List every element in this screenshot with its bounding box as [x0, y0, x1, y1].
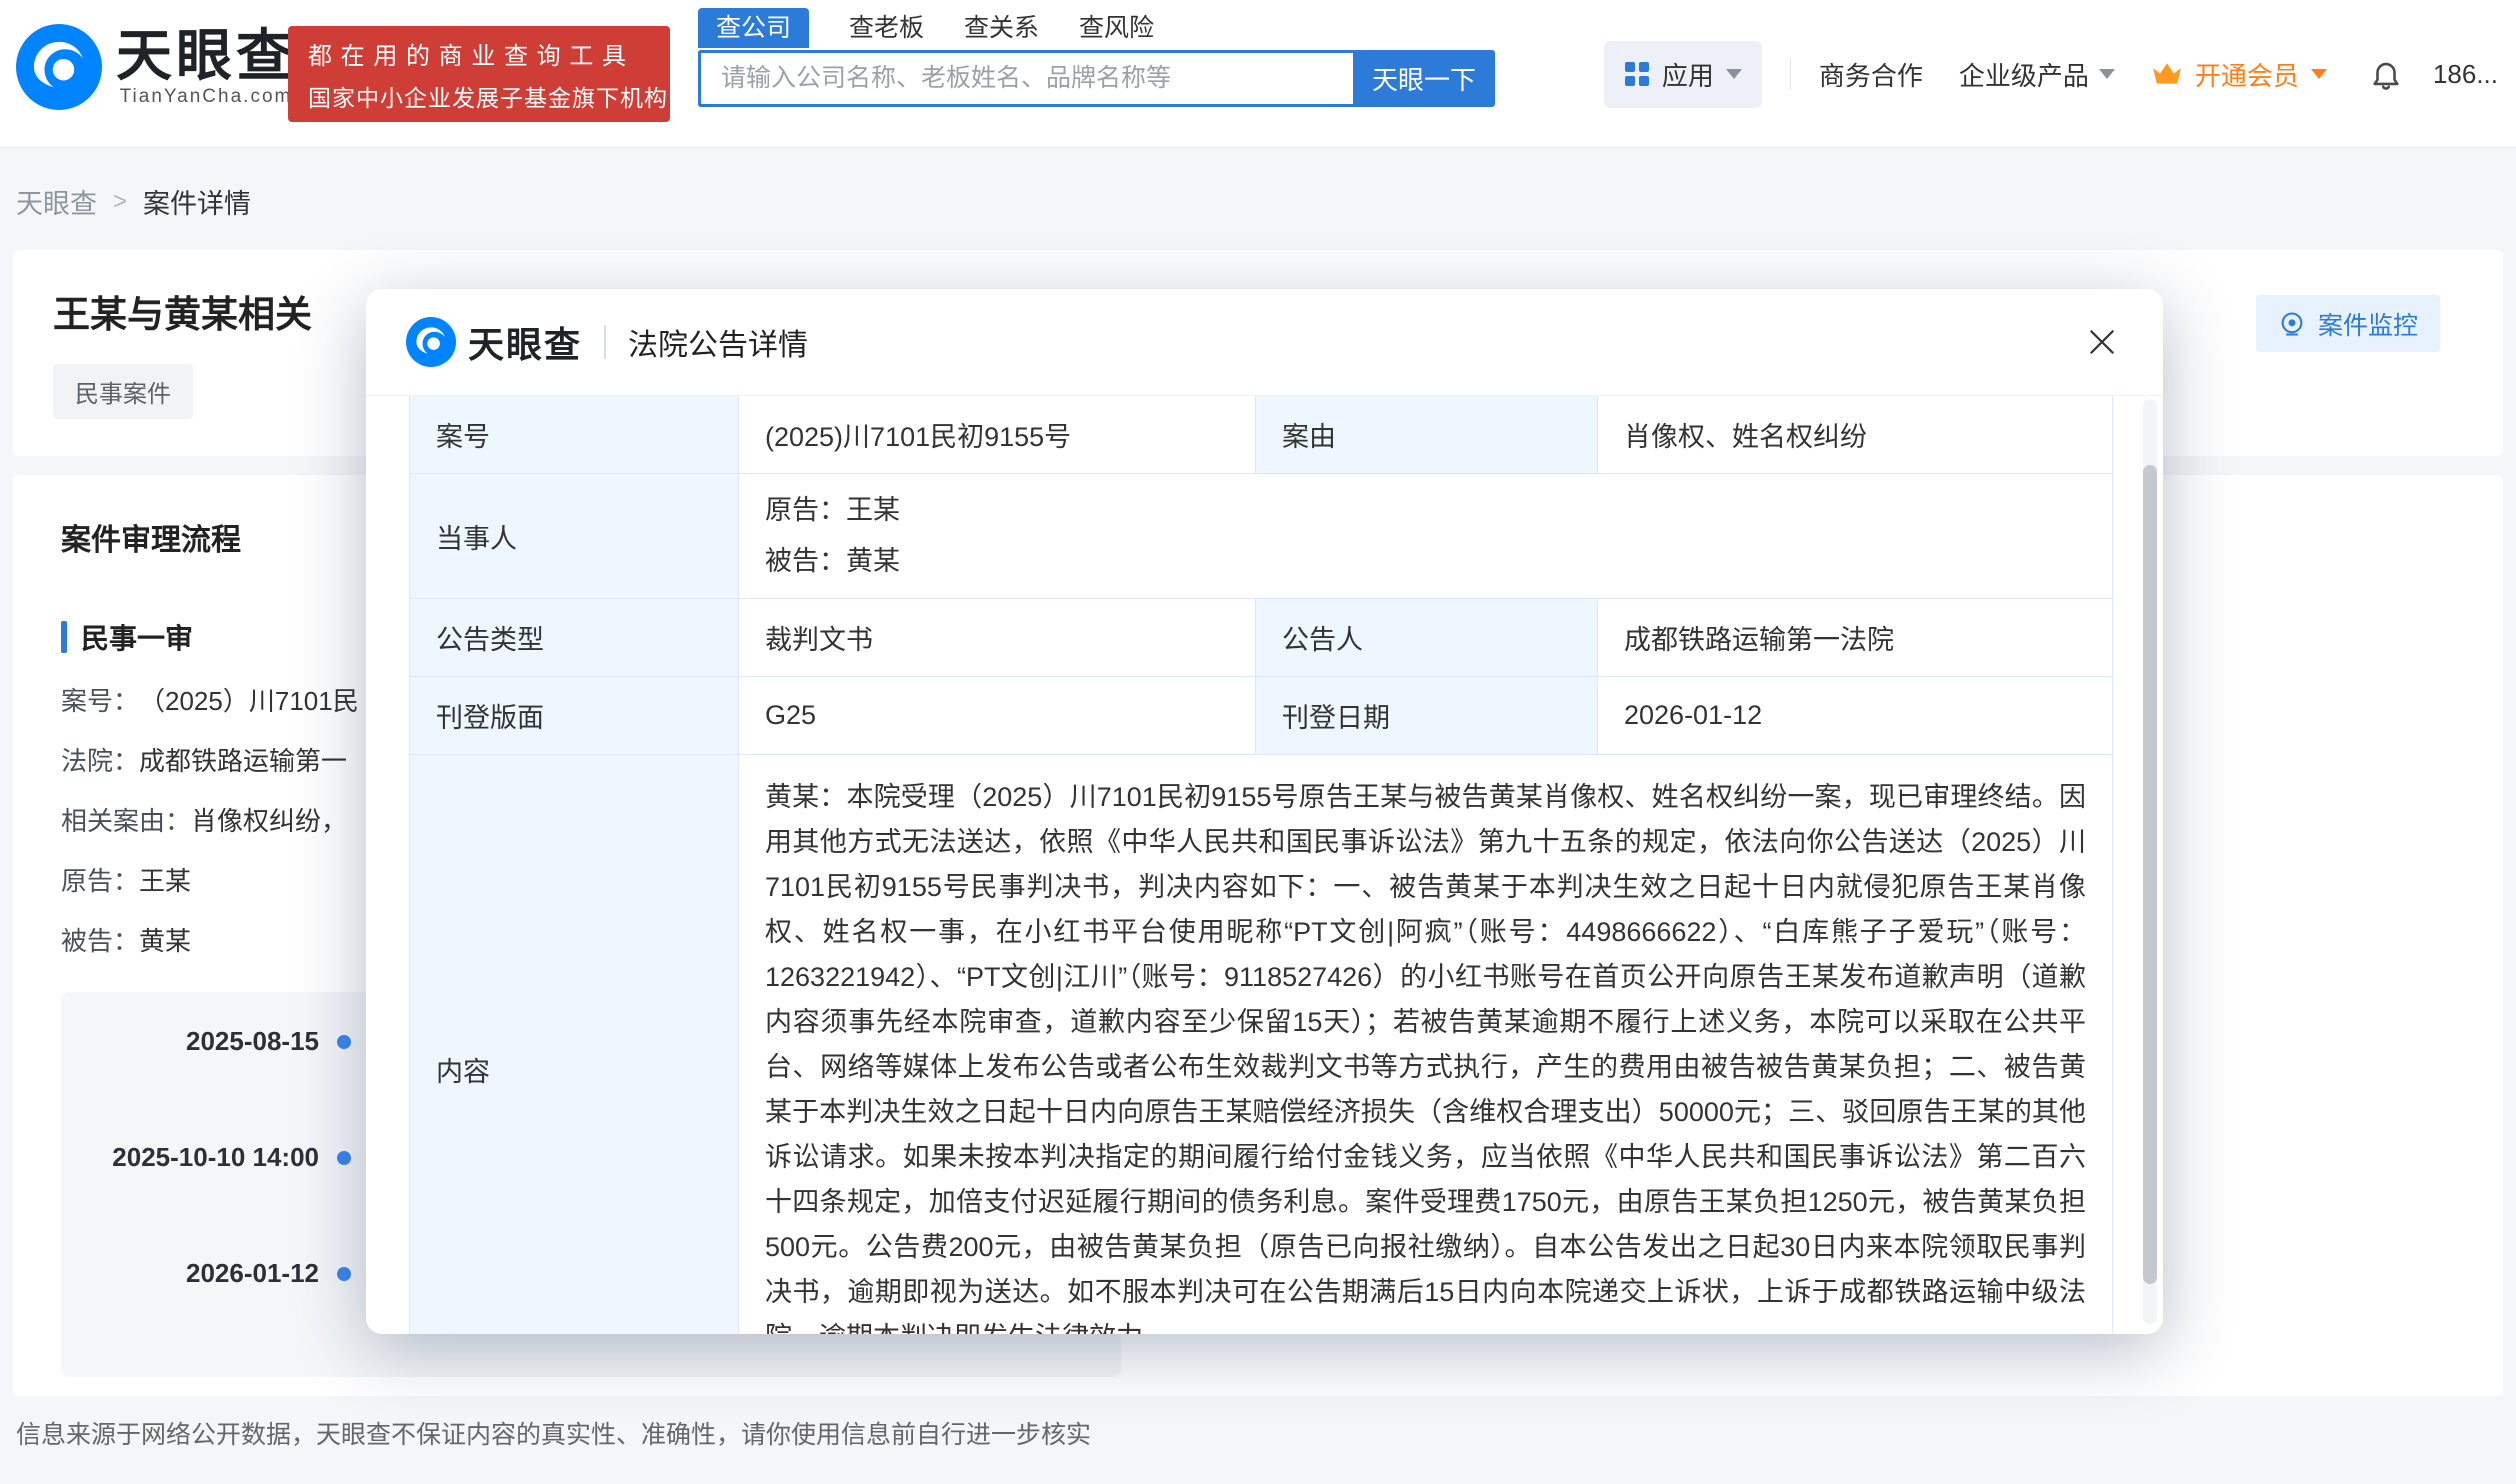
timeline-entry: 2025-10-10 14:00	[61, 1142, 351, 1173]
case-monitor-label: 案件监控	[2318, 306, 2418, 342]
search-button[interactable]: 天眼一下	[1353, 50, 1495, 107]
timeline-date: 2026-01-12	[186, 1258, 319, 1289]
party-defendant: 被告：黄某	[765, 539, 900, 584]
type-label-cell: 公告类型	[410, 599, 739, 677]
apps-menu[interactable]: 应用	[1604, 41, 1762, 108]
case-fields: 案号： （2025）川7101民 法院： 成都铁路运输第一 相关案由： 肖像权纠…	[61, 683, 359, 983]
party-value-cell: 原告：王某 被告：黄某	[739, 474, 2113, 599]
tab-boss[interactable]: 查老板	[849, 10, 924, 46]
modal-brand-text: 天眼查	[468, 316, 582, 368]
case-type-badge: 民事案件	[53, 364, 193, 419]
tianyancha-logo-icon	[16, 24, 102, 110]
case-monitor-button[interactable]: 案件监控	[2256, 295, 2440, 352]
breadcrumb: 天眼查 > 案件详情	[16, 182, 2516, 221]
close-icon[interactable]	[2081, 321, 2123, 363]
timeline-dot	[337, 1151, 351, 1165]
notifications-bell-icon[interactable]	[2369, 56, 2403, 92]
search-area: 查公司 查老板 查关系 查风险 天眼一下	[698, 8, 1495, 107]
timeline-date: 2025-10-10 14:00	[112, 1142, 319, 1173]
court-announcement-modal: 天眼查 法院公告详情 案号 (2025)川7101民初9155号 案由 肖像权、…	[366, 289, 2163, 1334]
announcement-table: 案号 (2025)川7101民初9155号 案由 肖像权、姓名权纠纷 当事人 原…	[409, 396, 2112, 1334]
user-phone[interactable]: 186...	[2433, 59, 2498, 90]
promo-line1: 都 在 用 的 商 业 查 询 工 具	[308, 36, 650, 71]
pub-page-label-cell: 刊登版面	[410, 677, 739, 755]
timeline-entry: 2026-01-12	[61, 1258, 351, 1289]
section-title: 案件审理流程	[61, 515, 241, 559]
field-cause: 相关案由： 肖像权纠纷，	[61, 803, 359, 839]
case-no-value-cell: (2025)川7101民初9155号	[739, 396, 1256, 474]
timeline-date: 2025-08-15	[186, 1026, 319, 1057]
cause-label-cell: 案由	[1256, 396, 1598, 474]
field-court: 法院： 成都铁路运输第一	[61, 743, 359, 779]
pub-date-value-cell: 2026-01-12	[1598, 677, 2113, 755]
field-plaintiff: 原告： 王某	[61, 863, 359, 899]
timeline-dot	[337, 1267, 351, 1281]
modal-title: 法院公告详情	[628, 320, 808, 364]
logo-brand-text: 天眼查	[116, 26, 296, 86]
stage-accent-bar	[61, 621, 67, 653]
site-logo[interactable]: 天眼查 TianYanCha.com	[16, 24, 296, 110]
chevron-down-icon	[1726, 69, 1742, 79]
content-value-cell: 黄某：本院受理（2025）川7101民初9155号原告王某与被告黄某肖像权、姓名…	[739, 755, 2113, 1334]
content-label-cell: 内容	[410, 755, 739, 1334]
case-no-label-cell: 案号	[410, 396, 739, 474]
timeline-dot	[337, 1035, 351, 1049]
chevron-down-icon	[2311, 69, 2327, 79]
search-input[interactable]	[698, 50, 1353, 107]
breadcrumb-home[interactable]: 天眼查	[16, 182, 97, 221]
breadcrumb-separator: >	[113, 188, 127, 216]
promo-line2: 国家中小企业发展子基金旗下机构	[308, 79, 650, 113]
promo-banner: 都 在 用 的 商 业 查 询 工 具 国家中小企业发展子基金旗下机构	[288, 26, 670, 122]
pub-page-value-cell: G25	[739, 677, 1256, 755]
monitor-icon	[2278, 310, 2306, 338]
cause-value-cell: 肖像权、姓名权纠纷	[1598, 396, 2113, 474]
header-nav: 应用 商务合作 企业级产品 开通会员 186...	[1604, 0, 2498, 148]
field-defendant: 被告： 黄某	[61, 923, 359, 959]
modal-header: 天眼查 法院公告详情	[366, 289, 2163, 396]
apps-label: 应用	[1662, 56, 1714, 93]
timeline-entry: 2025-08-15	[61, 1026, 351, 1057]
logo-domain-text: TianYanCha.com	[120, 86, 293, 108]
announcer-value-cell: 成都铁路运输第一法院	[1598, 599, 2113, 677]
tab-risk[interactable]: 查风险	[1079, 10, 1154, 46]
chevron-down-icon	[2099, 69, 2115, 79]
tab-company[interactable]: 查公司	[698, 8, 809, 48]
tianyancha-logo-icon	[406, 317, 456, 367]
modal-scrollbar-thumb[interactable]	[2143, 465, 2157, 1284]
trial-stage: 民事一审	[61, 617, 193, 657]
apps-grid-icon	[1624, 61, 1650, 87]
tab-relation[interactable]: 查关系	[964, 10, 1039, 46]
announcer-label-cell: 公告人	[1256, 599, 1598, 677]
search-tabs: 查公司 查老板 查关系 查风险	[698, 8, 1495, 48]
nav-cooperation[interactable]: 商务合作	[1819, 56, 1923, 93]
nav-divider	[1790, 58, 1791, 90]
crown-icon	[2151, 61, 2183, 87]
header: 天眼查 TianYanCha.com 都 在 用 的 商 业 查 询 工 具 国…	[0, 0, 2516, 148]
breadcrumb-current: 案件详情	[143, 182, 251, 221]
modal-title-divider	[604, 325, 606, 359]
nav-enterprise-products[interactable]: 企业级产品	[1959, 56, 2115, 93]
stage-label: 民事一审	[81, 617, 193, 657]
vip-label: 开通会员	[2195, 56, 2299, 93]
modal-body: 案号 (2025)川7101民初9155号 案由 肖像权、姓名权纠纷 当事人 原…	[366, 396, 2163, 1334]
type-value-cell: 裁判文书	[739, 599, 1256, 677]
vip-upgrade-button[interactable]: 开通会员	[2151, 56, 2327, 93]
footer-disclaimer: 信息来源于网络公开数据，天眼查不保证内容的真实性、准确性，请你使用信息前自行进一…	[16, 1415, 1091, 1451]
pub-date-label-cell: 刊登日期	[1256, 677, 1598, 755]
party-plaintiff: 原告：王某	[765, 488, 900, 533]
field-case-no: 案号： （2025）川7101民	[61, 683, 359, 719]
nav-enterprise-label: 企业级产品	[1959, 56, 2089, 93]
party-label-cell: 当事人	[410, 474, 739, 599]
